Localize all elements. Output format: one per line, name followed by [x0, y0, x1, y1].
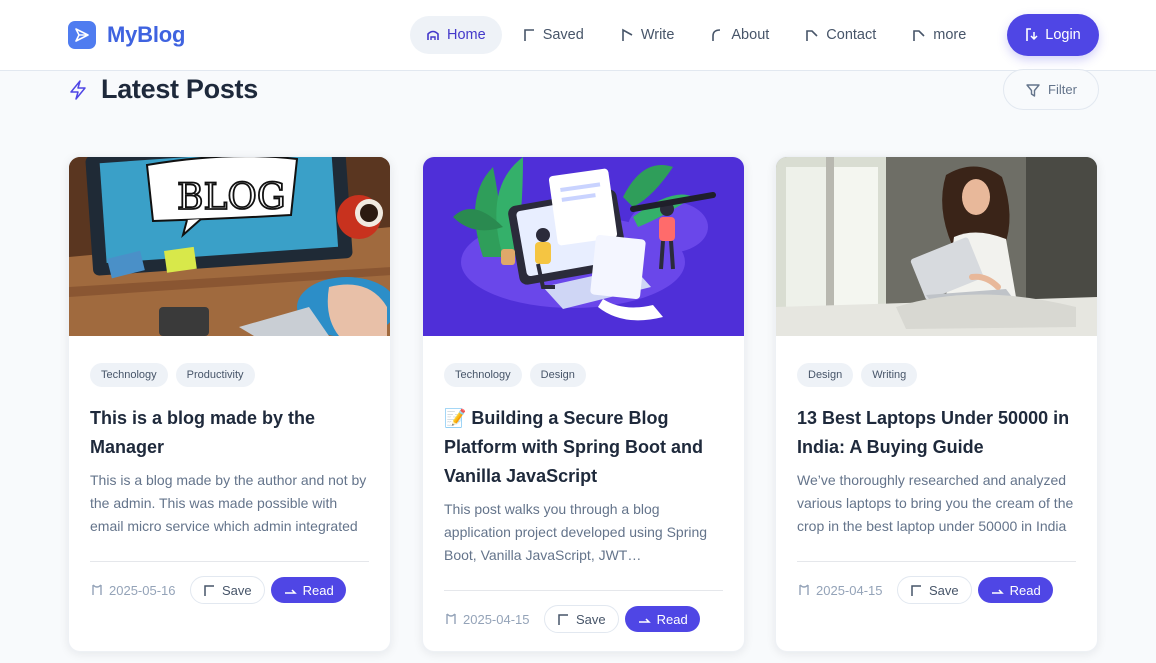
page-title: Latest Posts	[101, 74, 258, 104]
nav-saved-label: Saved	[542, 27, 584, 43]
save-button[interactable]: Save	[544, 605, 619, 633]
nav-saved[interactable]: Saved	[506, 16, 600, 54]
filter-icon	[1026, 83, 1040, 97]
post-date: 2025-05-16	[90, 583, 190, 598]
tag[interactable]: Technology	[90, 363, 168, 387]
read-button[interactable]: Read	[977, 577, 1053, 603]
save-label: Save	[576, 611, 606, 627]
post-card: Design Writing 13 Best Laptops Under 500…	[775, 156, 1098, 652]
navbar: MyBlog Home Saved Write About Contact mo…	[0, 0, 1156, 71]
section-header: Latest Posts	[68, 74, 258, 105]
arrow-right-icon	[638, 618, 651, 623]
tag[interactable]: Technology	[444, 363, 522, 387]
lightning-icon	[70, 79, 86, 100]
info-icon	[712, 29, 721, 41]
nav-contact[interactable]: Contact	[789, 16, 892, 54]
bookmark-icon	[204, 584, 214, 596]
tag[interactable]: Productivity	[175, 363, 255, 387]
post-image-woman-laptop[interactable]	[776, 157, 1097, 336]
post-date: 2025-04-15	[797, 583, 897, 598]
tag[interactable]: Design	[529, 363, 586, 387]
bookmark-icon	[523, 29, 534, 41]
tag-list: Technology Design	[444, 363, 723, 387]
nav-contact-label: Contact	[826, 27, 877, 43]
post-image-illustration[interactable]	[423, 157, 744, 336]
login-button[interactable]: Login	[1007, 14, 1099, 56]
save-button[interactable]: Save	[897, 576, 972, 604]
nav-about[interactable]: About	[694, 16, 785, 54]
nav-home-label: Home	[447, 27, 486, 43]
nav-write[interactable]: Write	[604, 16, 691, 54]
save-label: Save	[222, 582, 252, 598]
nav-more[interactable]: more	[896, 16, 982, 54]
bookmark-icon	[558, 613, 568, 625]
nav-home[interactable]: Home	[410, 16, 502, 54]
post-excerpt: This post walks you through a blog appli…	[444, 501, 708, 563]
post-title[interactable]: 13 Best Laptops Under 50000 in India: A …	[797, 404, 1076, 462]
post-excerpt: We’ve thoroughly researched and analyzed…	[797, 472, 1074, 534]
calendar-icon	[92, 584, 102, 595]
save-button[interactable]: Save	[190, 576, 265, 604]
filter-label: Filter	[1048, 82, 1077, 97]
read-button[interactable]: Read	[270, 577, 346, 603]
calendar-icon	[446, 613, 456, 624]
tag[interactable]: Design	[797, 363, 854, 387]
nav-write-label: Write	[640, 27, 675, 43]
bookmark-icon	[911, 584, 921, 596]
post-card: Technology Design 📝 Building a Secure Bl…	[422, 156, 745, 652]
menu-icon	[913, 30, 925, 41]
tag-list: Technology Productivity	[90, 363, 369, 387]
arrow-right-icon	[991, 589, 1004, 594]
login-icon	[1026, 28, 1038, 41]
brand-name: MyBlog	[107, 22, 186, 47]
read-label: Read	[1009, 582, 1041, 598]
read-button[interactable]: Read	[624, 606, 700, 632]
paper-plane-icon	[68, 21, 96, 49]
post-card: BLOG Technology Productivity This is a b…	[68, 156, 391, 652]
nav-more-label: more	[933, 27, 967, 43]
post-date-text: 2025-04-15	[816, 582, 883, 598]
pen-icon	[622, 28, 633, 41]
post-title[interactable]: 📝 Building a Secure Blog Platform with S…	[444, 404, 723, 491]
save-label: Save	[929, 582, 959, 598]
calendar-icon	[799, 584, 809, 595]
post-image-blog-desk[interactable]: BLOG	[69, 157, 390, 336]
filter-button[interactable]: Filter	[1003, 69, 1099, 110]
post-date: 2025-04-15	[444, 612, 544, 627]
post-excerpt: This is a blog made by the author and no…	[90, 472, 367, 534]
read-label: Read	[656, 611, 688, 627]
svg-text:BLOG: BLOG	[177, 177, 286, 218]
main-nav: Home Saved Write About Contact more	[410, 16, 986, 54]
login-label: Login	[1045, 27, 1081, 43]
home-icon	[427, 30, 439, 40]
nav-about-label: About	[731, 27, 770, 43]
post-date-text: 2025-05-16	[109, 582, 176, 598]
read-label: Read	[302, 582, 334, 598]
post-footer: 2025-04-15 Save Read	[444, 590, 723, 633]
arrow-right-icon	[284, 589, 297, 594]
post-title[interactable]: This is a blog made by the Manager	[90, 404, 369, 462]
post-footer: 2025-05-16 Save Read	[90, 561, 369, 604]
brand-logo[interactable]: MyBlog	[68, 21, 185, 49]
tag[interactable]: Writing	[861, 363, 918, 387]
mail-icon	[806, 30, 818, 41]
post-footer: 2025-04-15 Save Read	[797, 561, 1076, 604]
tag-list: Design Writing	[797, 363, 1076, 387]
post-date-text: 2025-04-15	[463, 611, 530, 627]
